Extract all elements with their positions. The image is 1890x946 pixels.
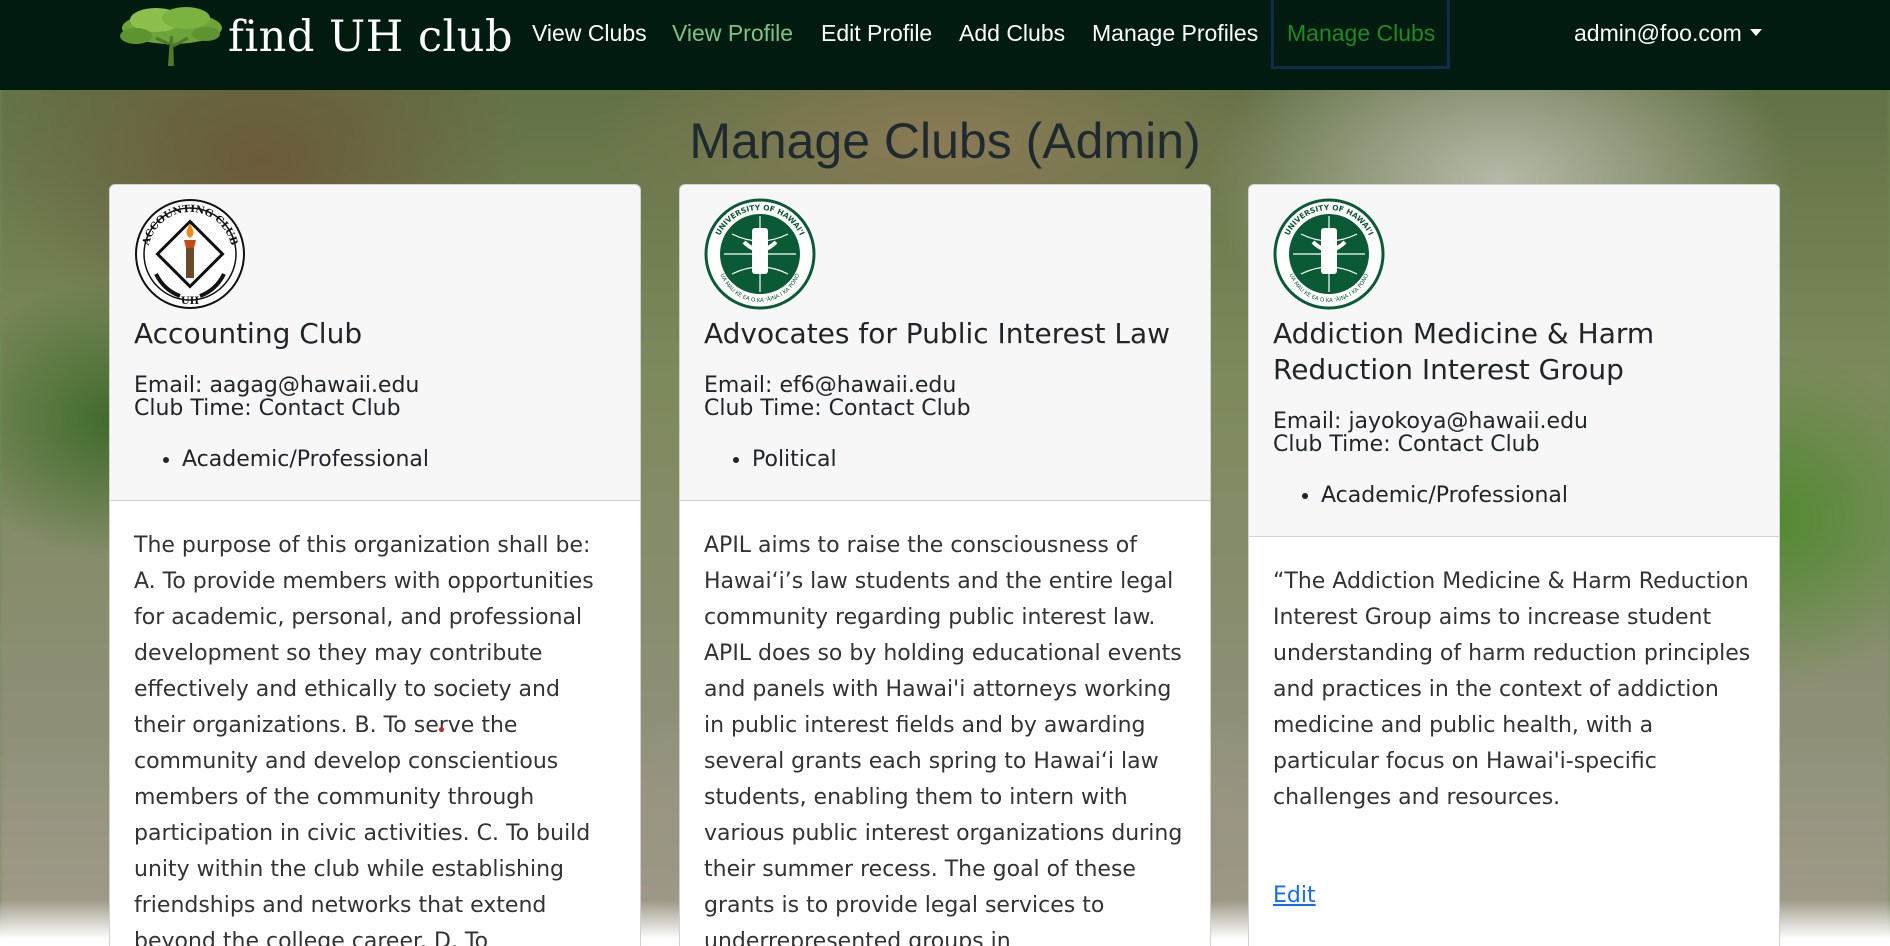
club-tag: Academic/Professional (1321, 482, 1755, 510)
edit-link[interactable]: Edit (1273, 878, 1316, 914)
navbar: find UH club View Clubs View Profile Edi… (0, 0, 1890, 90)
club-description: APIL aims to raise the consciousness of … (704, 533, 1183, 946)
card-header: UNIVERSITY OF HAWAI'I UA MAU KE EA O KA … (680, 185, 1210, 501)
club-email: Email: ef6@hawaii.edu (704, 373, 957, 398)
logo-text-bottom: UH (181, 296, 199, 307)
nav-view-clubs[interactable]: View Clubs (532, 20, 647, 47)
uh-seal-icon: UNIVERSITY OF HAWAI'I UA MAU KE EA O KA … (1273, 198, 1385, 310)
page-title: Manage Clubs (Admin) (689, 113, 1201, 169)
club-card-addiction-medicine: UNIVERSITY OF HAWAI'I UA MAU KE EA O KA … (1248, 184, 1780, 946)
accounting-club-seal-icon: UH ACCOUNTING CLUB (135, 199, 245, 309)
club-tag: Political (752, 446, 1186, 474)
card-header: UNIVERSITY OF HAWAI'I UA MAU KE EA O KA … (1249, 185, 1779, 537)
club-name: Addiction Medicine & Harm Reduction Inte… (1273, 317, 1655, 386)
brand-text: find UH club (228, 12, 514, 62)
card-body: “The Addiction Medicine & Harm Reduction… (1249, 537, 1779, 941)
club-tags: Academic/Professional (134, 446, 616, 474)
club-card-apil: UNIVERSITY OF HAWAI'I UA MAU KE EA O KA … (679, 184, 1211, 946)
club-email: Email: jayokoya@hawaii.edu (1273, 409, 1588, 434)
nav-manage-clubs[interactable]: Manage Clubs (1271, 0, 1451, 69)
user-email: admin@foo.com (1574, 20, 1742, 46)
nav-add-clubs[interactable]: Add Clubs (959, 20, 1065, 47)
club-time: Club Time: Contact Club (134, 396, 401, 421)
tree-icon (120, 7, 222, 66)
nav-manage-profiles[interactable]: Manage Profiles (1092, 20, 1258, 47)
club-email: Email: aagag@hawaii.edu (134, 373, 420, 398)
nav-edit-profile[interactable]: Edit Profile (821, 20, 932, 47)
user-menu[interactable]: admin@foo.com (1574, 20, 1762, 47)
club-tag: Academic/Professional (182, 446, 616, 474)
club-description: The purpose of this organization shall b… (134, 533, 594, 946)
club-time: Club Time: Contact Club (704, 396, 971, 421)
cursor-dot (439, 727, 444, 732)
uh-seal-icon: UNIVERSITY OF HAWAI'I UA MAU KE EA O KA … (704, 198, 816, 310)
club-name: Accounting Club (134, 317, 363, 350)
card-header: UH ACCOUNTING CLUB Accounting Club Email… (110, 185, 640, 501)
club-description: “The Addiction Medicine & Harm Reduction… (1273, 569, 1751, 810)
brand[interactable]: find UH club (116, 0, 513, 70)
club-name: Advocates for Public Interest Law (704, 317, 1171, 350)
club-time: Club Time: Contact Club (1273, 432, 1540, 457)
caret-down-icon (1749, 29, 1762, 36)
nav-view-profile[interactable]: View Profile (672, 20, 793, 47)
club-card-accounting: UH ACCOUNTING CLUB Accounting Club Email… (109, 184, 641, 946)
club-tags: Academic/Professional (1273, 482, 1755, 510)
club-tags: Political (704, 446, 1186, 474)
